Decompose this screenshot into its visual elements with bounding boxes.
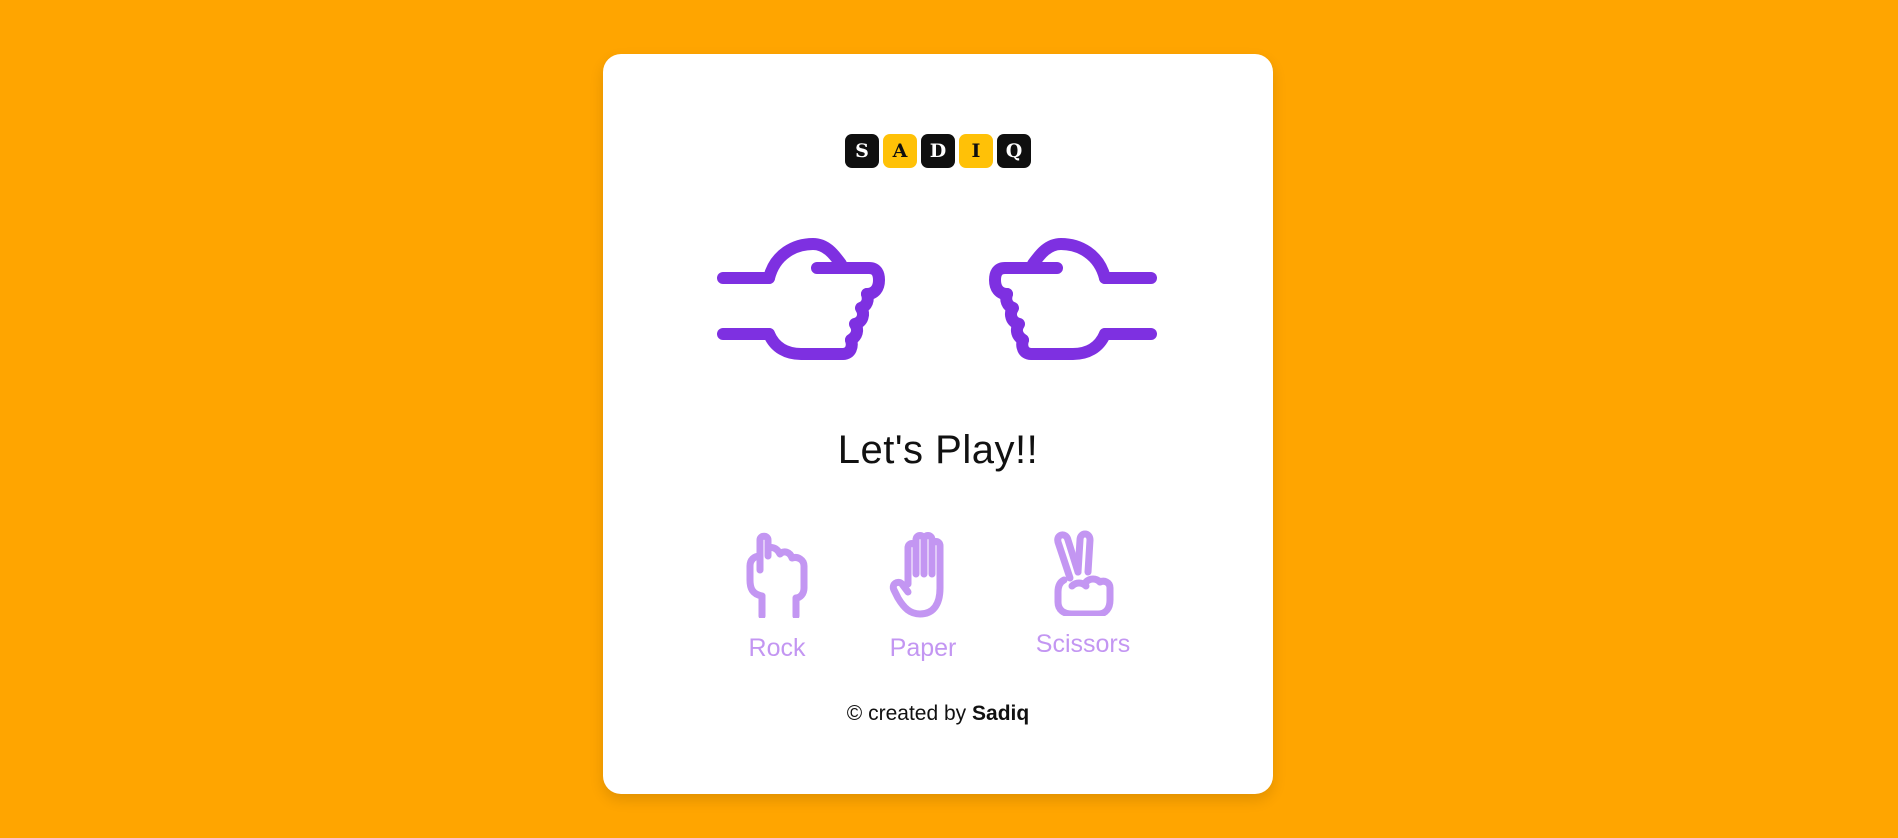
logo-tile: A — [883, 134, 917, 168]
sadiq-logo: S A D I Q — [845, 134, 1031, 168]
scissors-button[interactable]: Scissors — [1023, 530, 1143, 659]
rock-hand-icon — [746, 532, 808, 618]
footer-prefix: © created by — [846, 702, 967, 725]
page-title: Let's Play!! — [837, 428, 1039, 472]
computer-fist-icon — [989, 238, 1157, 360]
paper-button[interactable]: Paper — [873, 530, 973, 663]
hands-display — [717, 234, 1157, 374]
scissors-hand-icon — [1054, 530, 1114, 616]
logo-tile: I — [959, 134, 993, 168]
rock-label: Rock — [748, 634, 806, 662]
rock-button[interactable]: Rock — [733, 530, 821, 663]
footer-credit: © created by Sadiq — [603, 702, 1273, 726]
paper-label: Paper — [889, 634, 957, 662]
player-fist-icon — [717, 238, 885, 360]
scissors-label: Scissors — [1035, 630, 1131, 658]
footer-author: Sadiq — [972, 702, 1030, 725]
logo-tile: Q — [997, 134, 1031, 168]
paper-hand-icon — [889, 532, 944, 618]
logo-tile: S — [845, 134, 879, 168]
logo-tile: D — [921, 134, 955, 168]
game-card: S A D I Q Let's Play!! Rock Paper Scisso… — [603, 54, 1273, 794]
